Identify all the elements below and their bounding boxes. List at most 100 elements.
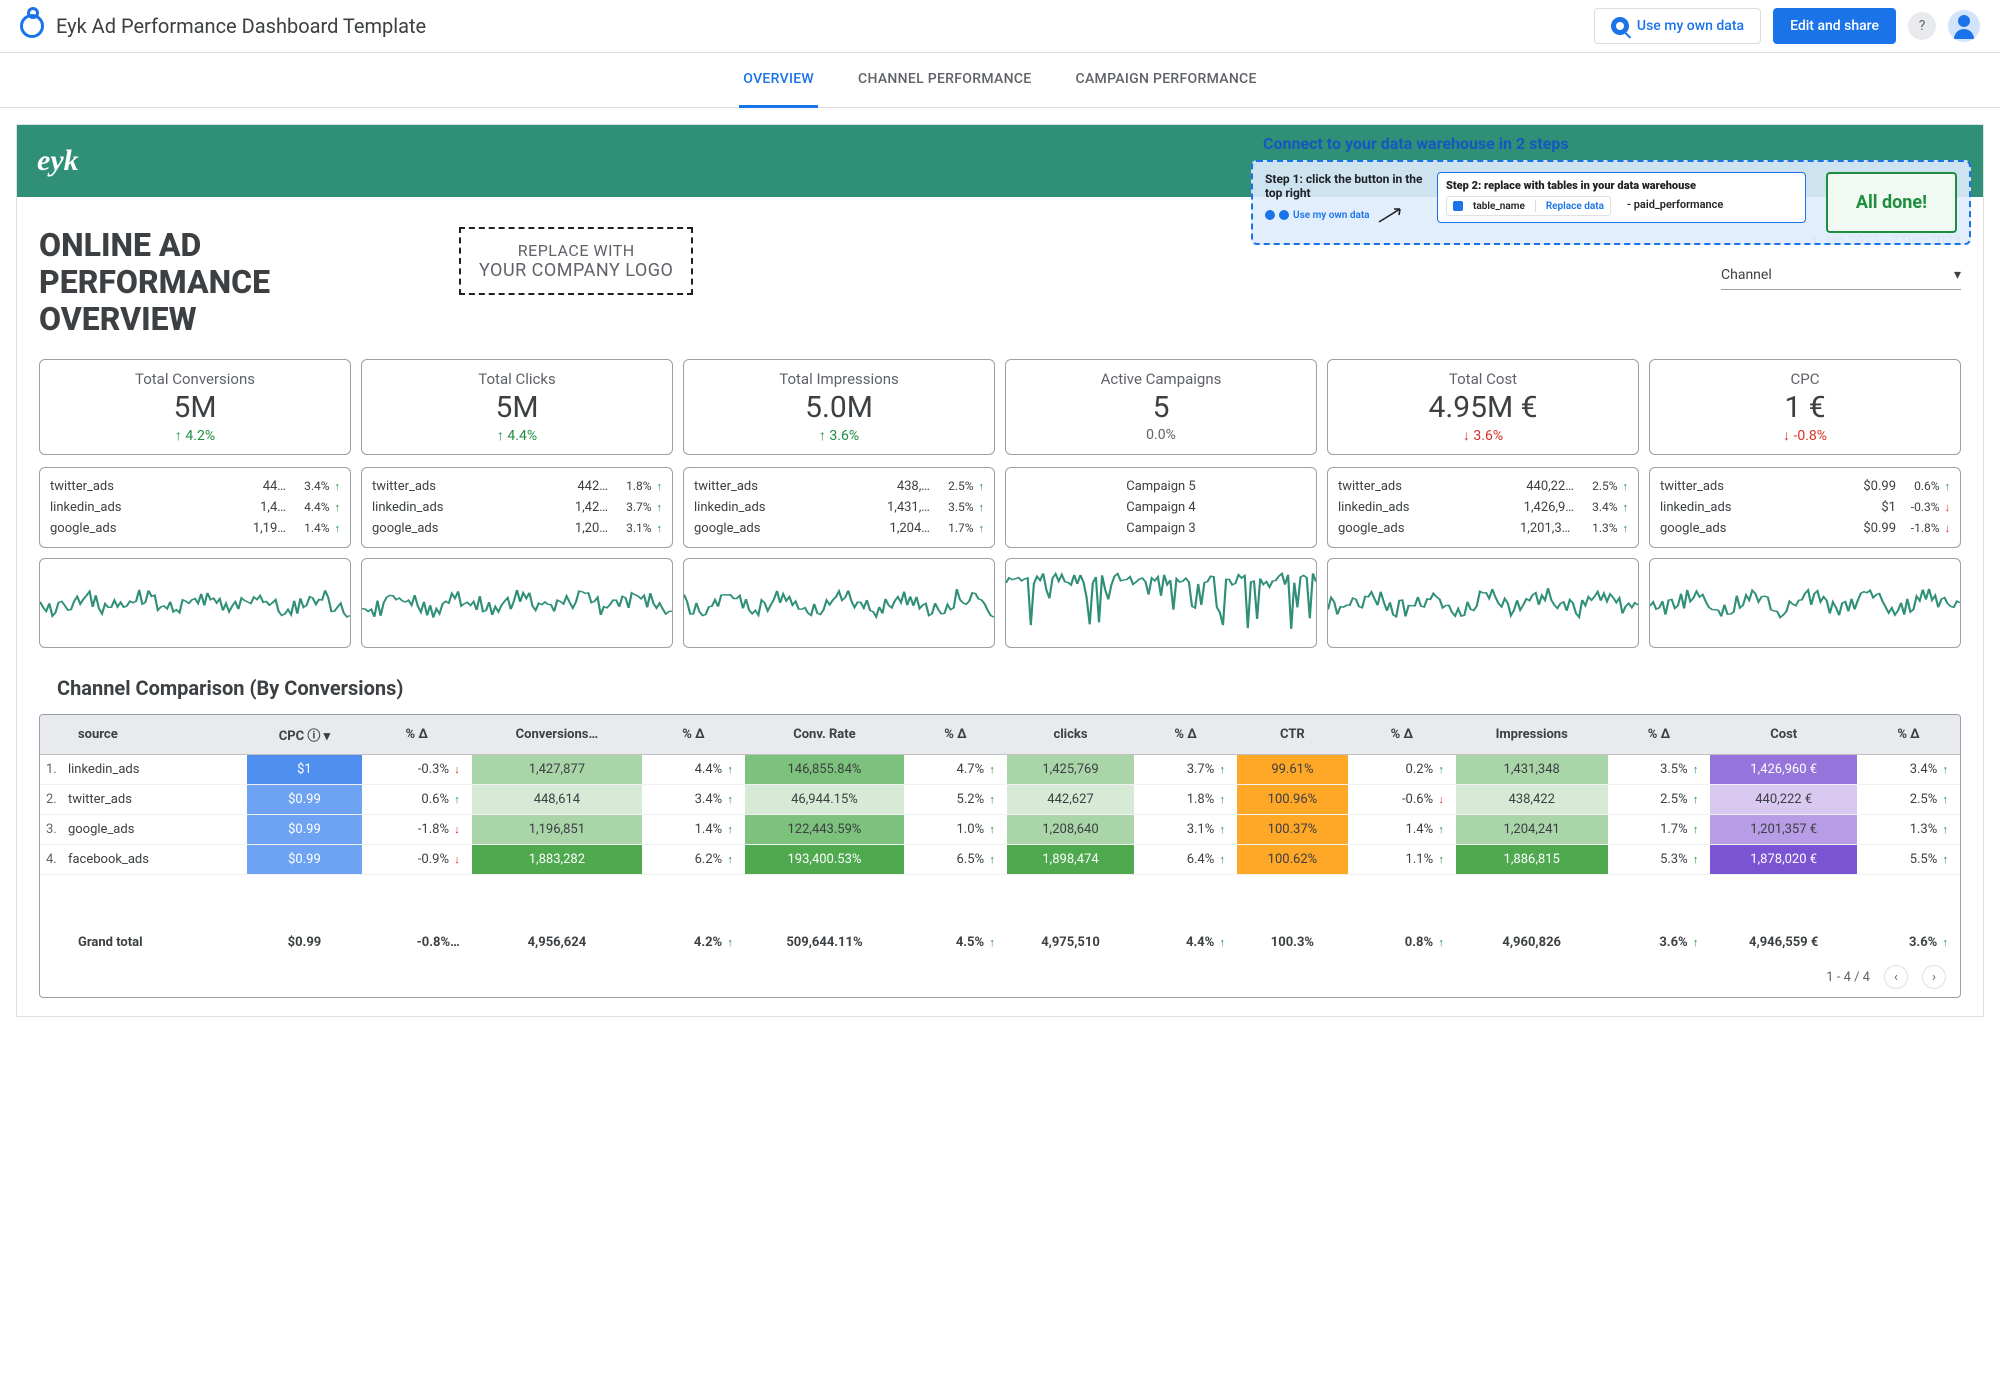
cell-cr: 193,400.53% [745, 845, 904, 875]
table-header[interactable]: Conv. Rate [745, 715, 904, 755]
pager-prev-button[interactable]: ‹ [1884, 965, 1908, 989]
table-row[interactable]: 3. google_ads$0.99-1.8% ↓1,196,8511.4% ↑… [40, 815, 1960, 845]
row-source: 1. linkedin_ads [40, 755, 247, 785]
kpi-row: Total Conversions5M↑ 4.2%Total Clicks5M↑… [17, 347, 1983, 467]
breakdown-line: linkedin_ads1,431,…3.5% ↑ [694, 497, 984, 518]
kpi-card[interactable]: CPC1 €↓ -0.8% [1649, 359, 1961, 455]
channel-select[interactable]: Channel ▾ [1721, 261, 1961, 290]
help-button[interactable]: ? [1908, 12, 1936, 40]
cell-imp: 438,422 [1456, 785, 1608, 815]
table-header[interactable]: % Δ [904, 715, 1007, 755]
kpi-value: 5 [1010, 390, 1312, 425]
table-header[interactable]: % Δ [1348, 715, 1456, 755]
table-hint: - paid_performance [1627, 198, 1723, 211]
cell-cr: 122,443.59% [745, 815, 904, 845]
sparkline-card[interactable] [1005, 558, 1317, 648]
pager-next-button[interactable]: › [1922, 965, 1946, 989]
kpi-delta: ↑ 4.4% [366, 427, 668, 444]
logo-line-2: YOUR COMPANY LOGO [479, 260, 673, 281]
sparkline-card[interactable] [683, 558, 995, 648]
page-title: Eyk Ad Performance Dashboard Template [56, 14, 1582, 38]
breakdown-card[interactable]: twitter_ads440,22…2.5% ↑linkedin_ads1,42… [1327, 467, 1639, 548]
breakdown-line: google_ads1,19…1.4% ↑ [50, 518, 340, 539]
kpi-card[interactable]: Total Impressions5.0M↑ 3.6% [683, 359, 995, 455]
cell-cpc-delta: -0.3% ↓ [362, 755, 472, 785]
edit-and-share-button[interactable]: Edit and share [1773, 8, 1896, 44]
tab-overview[interactable]: OVERVIEW [739, 53, 818, 108]
kpi-value: 1 € [1654, 390, 1956, 425]
sparkline-card[interactable] [361, 558, 673, 648]
breakdown-card[interactable]: twitter_ads$0.990.6% ↑linkedin_ads$1-0.3… [1649, 467, 1961, 548]
tab-channel-performance[interactable]: CHANNEL PERFORMANCE [854, 53, 1035, 107]
sparkline-card[interactable] [1327, 558, 1639, 648]
cell-ctr: 99.61% [1237, 755, 1348, 785]
breakdown-line: google_ads1,201,35…1.3% ↑ [1338, 518, 1628, 539]
cell-cost: 1,201,357 € [1710, 815, 1857, 845]
breakdown-line: twitter_ads$0.990.6% ↑ [1660, 476, 1950, 497]
breakdown-campaign: Campaign 4 [1016, 497, 1306, 518]
breakdown-card[interactable]: twitter_ads442…1.8% ↑linkedin_ads1,42…3.… [361, 467, 673, 548]
table-header[interactable]: Conversions… [472, 715, 642, 755]
kpi-card[interactable]: Active Campaigns5 0.0% [1005, 359, 1317, 455]
cell-conv: 1,427,877 [472, 755, 642, 785]
cell-clicks: 1,898,474 [1007, 845, 1134, 875]
cell-ctr-delta: 1.4% ↑ [1348, 815, 1456, 845]
looker-studio-logo-icon [20, 14, 44, 38]
cell-cost-delta: 2.5% ↑ [1857, 785, 1960, 815]
sparkline-card[interactable] [39, 558, 351, 648]
overlay-title: Connect to your data warehouse in 2 step… [1263, 134, 1569, 153]
table-header-row: sourceCPC ⓘ ▾% ΔConversions…% ΔConv. Rat… [40, 715, 1960, 755]
table-header[interactable]: CTR [1237, 715, 1348, 755]
kpi-card[interactable]: Total Conversions5M↑ 4.2% [39, 359, 351, 455]
use-my-own-data-button[interactable]: Use my own data [1594, 8, 1761, 44]
all-done-badge: All done! [1826, 172, 1957, 233]
breakdown-card[interactable]: twitter_ads438,…2.5% ↑linkedin_ads1,431,… [683, 467, 995, 548]
table-row[interactable]: 4. facebook_ads$0.99-0.9% ↓1,883,2826.2%… [40, 845, 1960, 875]
search-data-icon [1611, 17, 1629, 35]
table-header[interactable]: Cost [1710, 715, 1857, 755]
cell-clicks-delta: 3.1% ↑ [1134, 815, 1237, 845]
info-icon: ⓘ [307, 729, 320, 744]
edit-and-share-label: Edit and share [1790, 18, 1879, 34]
kpi-card[interactable]: Total Cost4.95M €↓ 3.6% [1327, 359, 1639, 455]
cell-clicks-delta: 3.7% ↑ [1134, 755, 1237, 785]
chevron-down-icon: ▾ [1954, 267, 1961, 283]
breakdown-row: twitter_ads44…3.4% ↑linkedin_ads1,4…4.4%… [17, 467, 1983, 558]
kpi-card[interactable]: Total Clicks5M↑ 4.4% [361, 359, 673, 455]
cell-cr-delta: 1.0% ↑ [904, 815, 1007, 845]
comparison-title: Channel Comparison (By Conversions) [17, 668, 1983, 708]
cell-ctr-delta: -0.6% ↓ [1348, 785, 1456, 815]
cell-cost: 1,878,020 € [1710, 845, 1857, 875]
account-avatar[interactable] [1948, 10, 1980, 42]
kpi-label: Active Campaigns [1010, 370, 1312, 388]
report-canvas: eyk Connect to your data warehouse in 2 … [0, 108, 2000, 1033]
table-header[interactable]: clicks [1007, 715, 1134, 755]
replace-data-link[interactable]: Replace data [1546, 201, 1604, 212]
cell-imp-delta: 3.5% ↑ [1608, 755, 1711, 785]
cell-conv: 1,883,282 [472, 845, 642, 875]
table-header[interactable]: % Δ [1608, 715, 1711, 755]
table-header[interactable]: Impressions [1456, 715, 1608, 755]
kpi-delta: ↑ 3.6% [688, 427, 990, 444]
tab-campaign-performance[interactable]: CAMPAIGN PERFORMANCE [1072, 53, 1261, 107]
breakdown-card[interactable]: twitter_ads44…3.4% ↑linkedin_ads1,4…4.4%… [39, 467, 351, 548]
table-header[interactable]: % Δ [1134, 715, 1237, 755]
cell-cpc: $0.99 [247, 815, 361, 845]
table-row[interactable]: 1. linkedin_ads$1-0.3% ↓1,427,8774.4% ↑1… [40, 755, 1960, 785]
cell-cr: 146,855.84% [745, 755, 904, 785]
kpi-value: 5M [366, 390, 668, 425]
cell-conv-delta: 4.4% ↑ [642, 755, 745, 785]
table-header[interactable]: % Δ [642, 715, 745, 755]
report-title: ONLINE AD PERFORMANCE OVERVIEW [39, 227, 399, 337]
kpi-value: 4.95M € [1332, 390, 1634, 425]
table-header[interactable]: % Δ [1857, 715, 1960, 755]
logo-line-1: REPLACE WITH [479, 241, 673, 260]
breakdown-card[interactable]: Campaign 5Campaign 4Campaign 3 [1005, 467, 1317, 548]
table-row[interactable]: 2. twitter_ads$0.990.6% ↑448,6143.4% ↑46… [40, 785, 1960, 815]
table-header[interactable]: % Δ [362, 715, 472, 755]
cell-ctr-delta: 1.1% ↑ [1348, 845, 1456, 875]
table-header[interactable]: CPC ⓘ ▾ [247, 715, 361, 755]
table-header[interactable]: source [40, 715, 247, 755]
breakdown-line: twitter_ads442…1.8% ↑ [372, 476, 662, 497]
sparkline-card[interactable] [1649, 558, 1961, 648]
